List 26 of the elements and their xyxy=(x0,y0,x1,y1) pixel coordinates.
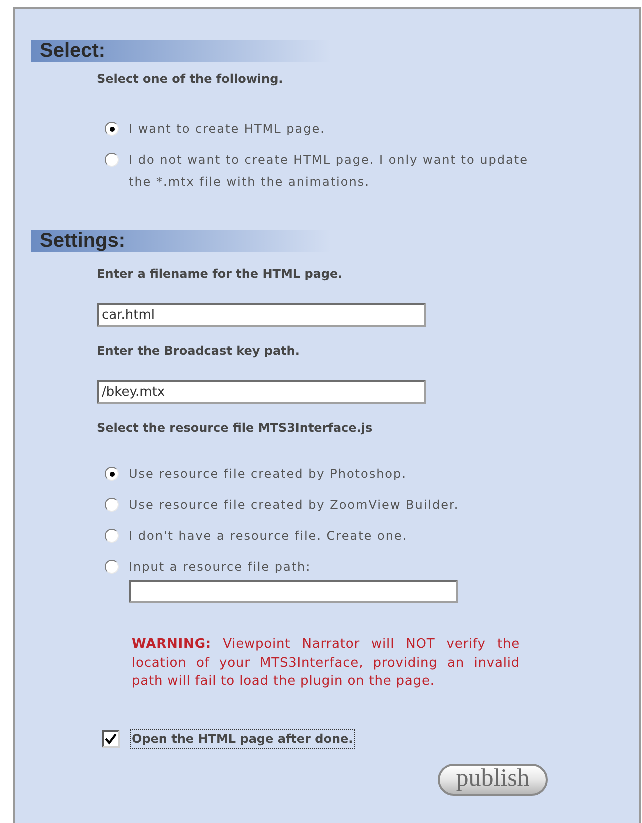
field-label: Enter the Broadcast key path. xyxy=(97,344,300,359)
section-title: Settings: xyxy=(39,230,127,252)
option-label: Use resource file created by Photoshop. xyxy=(129,466,408,483)
field-label: Select the resource file MTS3Interface.js xyxy=(97,421,373,436)
field-label: Select one of the following. xyxy=(97,72,284,87)
radio-button[interactable] xyxy=(105,529,119,543)
check-icon xyxy=(105,732,117,744)
text-field[interactable]: car.html xyxy=(97,303,426,327)
radio-button[interactable] xyxy=(105,122,119,136)
section-title: Select: xyxy=(39,40,107,62)
radio-button[interactable] xyxy=(105,153,119,167)
path-field[interactable] xyxy=(129,580,458,603)
text-field[interactable]: /bkey.mtx xyxy=(97,380,426,404)
radio-button[interactable] xyxy=(105,560,119,574)
publish-button[interactable]: publish xyxy=(438,764,548,796)
warning-message: WARNING: Viewpoint Narrator will NOT verify the location of your MTS3Interface, providing an invalid path will fail to load the plugin on the page. xyxy=(132,636,520,691)
option-label: I do not want to create HTML page. I only want to update the *.mtx file with the animations. xyxy=(129,152,530,191)
checkbox-label[interactable]: Open the HTML page after done. xyxy=(130,728,356,748)
option-label: I don't have a resource file. Create one. xyxy=(129,528,409,545)
radio-button[interactable] xyxy=(105,498,119,512)
option-label: I want to create HTML page. xyxy=(129,121,326,138)
option-label: Use resource file created by ZoomView Builder. xyxy=(129,497,460,514)
checkbox[interactable] xyxy=(102,730,120,748)
option-label: Input a resource file path: xyxy=(129,559,312,576)
field-label: Enter a filename for the HTML page. xyxy=(97,267,343,282)
radio-button[interactable] xyxy=(105,467,119,481)
